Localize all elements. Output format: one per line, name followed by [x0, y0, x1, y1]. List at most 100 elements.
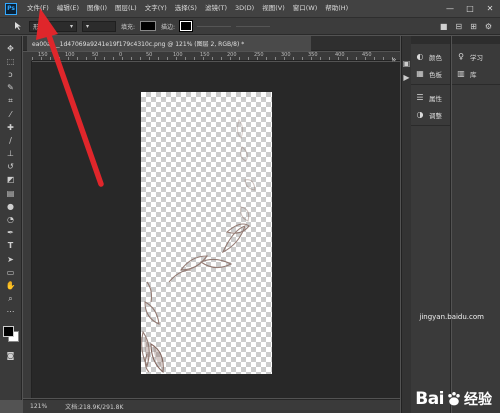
horizontal-ruler: 150 100 50 0 50 100 150 200 250 300 350 400 450 [32, 52, 400, 61]
expand-panels-icon[interactable]: » [388, 52, 400, 66]
options-right-group: ■ ⊟ ⊞ ⚙ [440, 22, 500, 31]
hand-tool-icon[interactable]: ✋ [3, 279, 19, 292]
baidu-watermark-logo: Bai 经验 [415, 389, 492, 409]
panel-label: 属性 [429, 94, 442, 103]
settings-gear-icon[interactable]: ⚙ [485, 22, 492, 31]
watermark-brand-a: Bai [415, 389, 444, 409]
color-swatches[interactable] [2, 325, 20, 343]
quick-mask-icon[interactable]: ◙ [3, 349, 19, 362]
panel-label: 调整 [429, 111, 442, 120]
panel-color[interactable]: ◐ 颜色 [411, 48, 450, 65]
watermark-brand-b: 经验 [464, 392, 492, 408]
tools-panel: ✥ ⬚ ↄ ✎ ⌗ ⁄ ✚ ∕ ⊥ ↺ ◩ ▤ ● ◔ ✒ T ➤ ▭ ✋ ⌕ … [0, 36, 22, 400]
panel-header [411, 36, 450, 44]
menu-item-0[interactable]: 文件(F) [23, 0, 53, 17]
panel-adjustments[interactable]: ◑ 调整 [411, 106, 450, 123]
menu-item-7[interactable]: 3D(D) [231, 0, 258, 17]
stroke-width-field[interactable] [197, 25, 232, 27]
document-tab[interactable]: ea00a___1d47069a9241e19f179c4310c.png @ … [27, 36, 311, 51]
panel-dock-strip: ▣ ▶ [401, 36, 411, 413]
clone-stamp-tool-icon[interactable]: ⊥ [3, 148, 19, 161]
menu-bar: Ps 文件(F) 编辑(E) 图像(I) 图层(L) 文字(Y) 选择(S) 滤镜(T) 3D… [0, 0, 500, 17]
adjustments-icon: ◑ [416, 110, 424, 119]
rectangle-tool-icon[interactable]: ▭ [3, 266, 19, 279]
panel-libraries[interactable]: ▥ 库 [452, 65, 500, 82]
photoshop-logo: Ps [5, 2, 17, 15]
menu-item-9[interactable]: 窗口(W) [289, 0, 322, 17]
history-panel-icon[interactable]: ▣ [402, 56, 411, 70]
menu-item-2[interactable]: 图像(I) [83, 0, 111, 17]
marquee-tool-icon[interactable]: ⬚ [3, 55, 19, 68]
history-brush-tool-icon[interactable]: ↺ [3, 161, 19, 174]
zoom-tool-icon[interactable]: ⌕ [3, 293, 19, 306]
watermark-url: jingyan.baidu.com [419, 313, 484, 321]
panel-learn[interactable]: ♀ 学习 [452, 48, 500, 65]
path-arrangement-icon[interactable]: ⊞ [470, 22, 477, 31]
mode-select[interactable]: 形状 ▾ [29, 20, 77, 32]
fill-label: 填充: [121, 23, 136, 31]
maximize-button[interactable]: □ [460, 0, 480, 17]
panel-label: 颜色 [429, 53, 442, 62]
panel-label: 库 [470, 70, 477, 79]
panel-label: 学习 [470, 53, 483, 62]
crop-tool-icon[interactable]: ⌗ [3, 95, 19, 108]
window-controls: — □ ✕ [440, 0, 500, 17]
style-select[interactable]: ▾ [82, 20, 116, 32]
menu-item-3[interactable]: 图层(L) [111, 0, 141, 17]
document-tab-bar: ea00a___1d47069a9241e19f179c4310c.png @ … [23, 36, 400, 51]
gradient-tool-icon[interactable]: ▤ [3, 187, 19, 200]
menu-items: 文件(F) 编辑(E) 图像(I) 图层(L) 文字(Y) 选择(S) 滤镜(T) 3D(D)… [23, 0, 352, 17]
menu-item-10[interactable]: 帮助(H) [321, 0, 352, 17]
canvas-workspace[interactable] [32, 62, 400, 398]
menu-item-5[interactable]: 选择(S) [171, 0, 201, 17]
swatches-icon: ▦ [416, 69, 424, 78]
play-actions-icon[interactable]: ▶ [402, 70, 411, 84]
move-tool-icon[interactable]: ✥ [3, 42, 19, 55]
type-tool-icon[interactable]: T [3, 240, 19, 253]
close-button[interactable]: ✕ [480, 0, 500, 17]
color-wheel-icon: ◐ [416, 52, 424, 61]
path-alignment-icon[interactable]: ⊟ [455, 22, 462, 31]
baidu-paw-icon [448, 392, 460, 406]
blur-tool-icon[interactable]: ● [3, 200, 19, 213]
ruler-corner [23, 52, 32, 61]
minimize-button[interactable]: — [440, 0, 460, 17]
status-bar: 121% 文档:218.9K/291.8K [23, 399, 400, 413]
lasso-tool-icon[interactable]: ↄ [3, 68, 19, 81]
chevron-down-icon: ▾ [69, 22, 73, 30]
properties-icon: ☰ [416, 93, 424, 102]
eyedropper-tool-icon[interactable]: ⁄ [3, 108, 19, 121]
document-size-info[interactable]: 文档:218.9K/291.8K [65, 402, 123, 411]
panel-column-secondary: ♀ 学习 ▥ 库 [452, 36, 500, 413]
dodge-tool-icon[interactable]: ◔ [3, 213, 19, 226]
chevron-down-icon: ▾ [86, 22, 90, 30]
brush-tool-icon[interactable]: ∕ [3, 134, 19, 147]
path-select-tool-icon[interactable] [12, 20, 24, 32]
more-tools-icon[interactable]: ⋯ [3, 306, 19, 319]
menu-item-1[interactable]: 编辑(E) [53, 0, 83, 17]
foreground-color-swatch[interactable] [2, 325, 14, 337]
fill-swatch[interactable] [140, 21, 157, 31]
panel-label: 色板 [429, 70, 442, 79]
stroke-type-field[interactable] [236, 25, 271, 27]
stroke-label: 描边: [161, 23, 176, 31]
ruler-ticks [32, 57, 400, 60]
eraser-tool-icon[interactable]: ◩ [3, 174, 19, 187]
panel-column-primary: ◐ 颜色 ▦ 色板 ☰ 属性 ◑ 调整 [411, 36, 451, 413]
panel-properties[interactable]: ☰ 属性 [411, 89, 450, 106]
collapsed-panel-buttons: » [388, 52, 400, 66]
quick-select-tool-icon[interactable]: ✎ [3, 82, 19, 95]
path-selection-tool-icon[interactable]: ➤ [3, 253, 19, 266]
properties-panel-group: ☰ 属性 ◑ 调整 [411, 85, 450, 126]
menu-item-4[interactable]: 文字(Y) [141, 0, 171, 17]
panel-swatches[interactable]: ▦ 色板 [411, 65, 450, 82]
menu-item-6[interactable]: 滤镜(T) [201, 0, 231, 17]
path-operations-icon[interactable]: ■ [440, 22, 448, 31]
menu-item-8[interactable]: 视图(V) [258, 0, 289, 17]
document-canvas[interactable] [141, 92, 272, 374]
stroke-swatch[interactable] [179, 20, 194, 32]
lightbulb-icon: ♀ [458, 52, 464, 61]
pen-tool-icon[interactable]: ✒ [3, 227, 19, 240]
healing-brush-tool-icon[interactable]: ✚ [3, 121, 19, 134]
zoom-level[interactable]: 121% [30, 403, 47, 410]
